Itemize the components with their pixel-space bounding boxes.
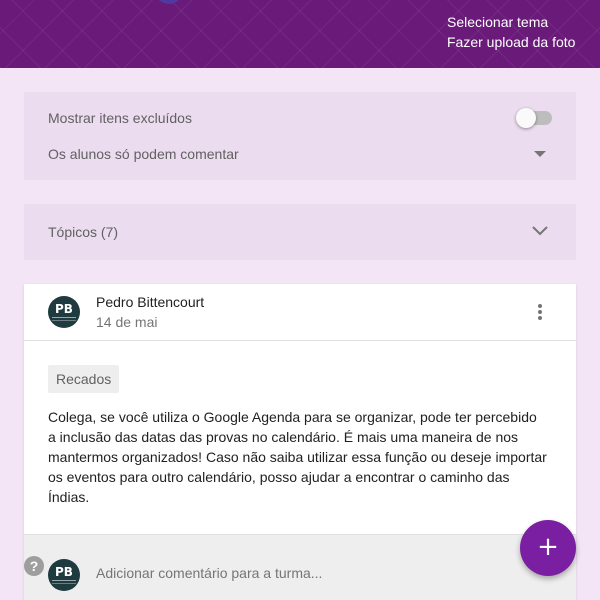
comment-bar: PB — [24, 534, 576, 600]
commenter-avatar: PB — [48, 559, 80, 591]
avatar-logo-lines — [52, 317, 76, 321]
avatar-logo-lines — [52, 580, 76, 584]
toggle-knob — [516, 108, 536, 128]
topic-chip[interactable]: Recados — [48, 365, 120, 393]
add-icon: + — [537, 532, 559, 562]
class-header-banner: Selecionar tema Fazer upload da foto — [0, 0, 600, 68]
comment-permission-select[interactable]: Os alunos só podem comentar — [48, 146, 239, 162]
topics-expander[interactable]: Tópicos (7) — [24, 204, 576, 260]
post-author-name[interactable]: Pedro Bittencourt — [96, 294, 204, 310]
help-icon[interactable]: ? — [24, 556, 44, 576]
stream-post-card: PB Pedro Bittencourt 14 de mai Recados C… — [24, 284, 576, 600]
topics-label: Tópicos (7) — [48, 224, 119, 240]
stream-settings-card: Mostrar itens excluídos Os alunos só pod… — [24, 92, 576, 180]
show-deleted-label: Mostrar itens excluídos — [48, 110, 192, 126]
select-theme-link[interactable]: Selecionar tema — [447, 14, 548, 30]
add-fab-button[interactable]: + — [520, 520, 576, 576]
class-comment-input[interactable] — [96, 565, 476, 581]
more-vert-icon[interactable] — [532, 302, 548, 322]
post-divider — [24, 340, 576, 341]
author-avatar[interactable]: PB — [48, 296, 80, 328]
post-date: 14 de mai — [96, 314, 158, 330]
upload-photo-link[interactable]: Fazer upload da foto — [447, 34, 575, 50]
header-avatar-partial — [155, 0, 183, 4]
post-body-text: Colega, se você utiliza o Google Agenda … — [48, 409, 547, 505]
dropdown-arrow-icon[interactable] — [534, 151, 546, 157]
chevron-down-icon — [532, 226, 548, 236]
commenter-avatar-initials: PB — [55, 565, 73, 579]
author-avatar-initials: PB — [55, 302, 73, 316]
show-deleted-toggle[interactable] — [516, 108, 552, 128]
